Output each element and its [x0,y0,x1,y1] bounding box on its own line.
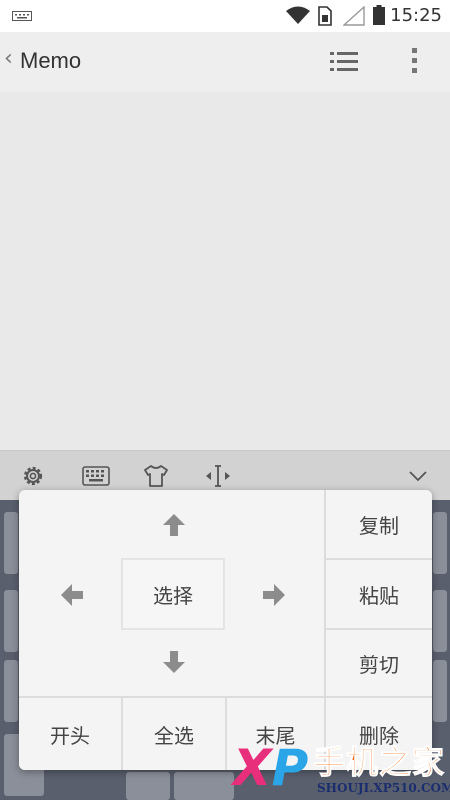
select-label: 选择 [153,583,193,608]
start-button[interactable]: 开头 [19,698,121,770]
keyboard-key [433,660,447,722]
clock: 15:25 [390,5,442,26]
select-all-label: 全选 [154,723,194,748]
keyboard-indicator-icon [12,11,32,21]
tshirt-theme-icon[interactable] [143,464,169,488]
copy-button[interactable]: 复制 [326,490,432,558]
watermark-chinese-name: 手机之家 [312,743,446,782]
copy-label: 复制 [359,513,399,538]
keyboard-key [4,660,18,722]
arrow-left-icon [61,584,83,606]
cursor-down-button[interactable] [139,632,209,692]
battery-icon [373,5,385,25]
cursor-left-button[interactable] [37,560,107,630]
keyboard-key [433,512,447,574]
list-icon[interactable] [330,50,358,74]
cursor-move-icon[interactable] [205,464,231,488]
watermark-logo: XP 手机之家 SHOUJI.XP510.COM [225,735,450,800]
keyboard-key [126,772,170,800]
cursor-right-button[interactable] [239,560,309,630]
sim-card-icon [318,6,332,26]
keyboard-icon[interactable] [82,466,110,486]
select-button[interactable]: 选择 [121,558,225,630]
arrow-down-icon [163,651,185,673]
status-bar: 15:25 [0,0,450,32]
keyboard-key [4,590,18,652]
start-label: 开头 [50,723,90,748]
arrow-right-icon [263,584,285,606]
memo-text-area[interactable] [0,92,450,450]
app-bar: ‹ Memo [0,32,450,92]
keyboard-key [4,512,18,574]
watermark-p: P [271,739,309,797]
signal-icon [343,6,365,26]
cut-button[interactable]: 剪切 [326,630,432,696]
wifi-icon [286,6,310,24]
keyboard-key [433,590,447,652]
back-icon[interactable]: ‹ [4,46,13,71]
chevron-down-icon[interactable] [408,470,428,482]
text-edit-panel: 选择 复制 粘贴 剪切 删除 开头 全选 末尾 [19,490,432,770]
gear-icon[interactable] [20,464,46,488]
watermark-url: SHOUJI.XP510.COM [317,781,450,795]
watermark-brand: XP [233,743,308,793]
cursor-up-button[interactable] [139,496,209,554]
select-all-button[interactable]: 全选 [123,698,225,770]
paste-button[interactable]: 粘贴 [326,560,432,628]
cut-label: 剪切 [359,652,399,677]
page-title[interactable]: Memo [20,48,81,74]
paste-label: 粘贴 [359,583,399,608]
arrow-up-icon [163,514,185,536]
watermark-x: X [233,739,272,797]
more-vert-icon[interactable] [410,46,420,76]
